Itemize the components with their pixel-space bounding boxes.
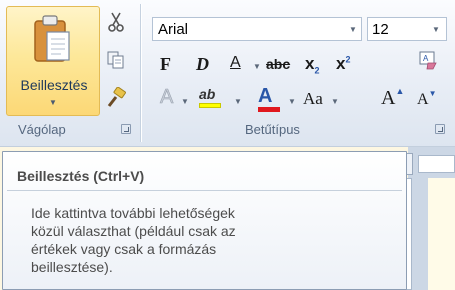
tooltip-divider xyxy=(7,190,402,191)
text-effects-button[interactable]: A xyxy=(160,87,174,108)
font-color-swatch xyxy=(258,107,280,112)
underline-button[interactable]: A xyxy=(230,55,241,71)
group-separator xyxy=(140,4,141,142)
tooltip-line: Ide kattintva további lehetőségek xyxy=(31,205,235,221)
highlight-label: ab xyxy=(199,86,216,102)
scissors-icon xyxy=(108,12,124,32)
grow-font-button[interactable]: A▲ xyxy=(381,86,405,109)
bold-button[interactable]: F xyxy=(160,55,171,73)
font-group-label: Betűtípus xyxy=(245,122,300,137)
chevron-down-icon[interactable]: ▼ xyxy=(253,62,261,71)
clipboard-group-label: Vágólap xyxy=(18,122,66,137)
shrink-font-label: A xyxy=(417,91,429,108)
font-size-combobox[interactable]: 12 ▼ xyxy=(367,17,447,41)
paste-button[interactable]: Beillesztés ▼ xyxy=(6,6,100,116)
paste-clipboard-icon xyxy=(34,15,70,62)
font-name-value: Arial xyxy=(158,21,189,38)
strikethrough-button[interactable]: abc xyxy=(266,57,290,71)
copy-icon xyxy=(107,51,124,69)
paste-label: Beillesztés xyxy=(20,77,88,93)
chevron-down-icon[interactable]: ▼ xyxy=(331,97,339,106)
tooltip-line: közül választhat (például csak az xyxy=(31,223,236,239)
shrink-font-button[interactable]: A▼ xyxy=(417,89,437,108)
chevron-down-icon[interactable]: ▼ xyxy=(181,97,189,106)
font-size-value: 12 xyxy=(372,21,389,38)
horizontal-ruler[interactable] xyxy=(418,155,455,173)
font-color-button[interactable]: A xyxy=(258,86,280,112)
document-page[interactable] xyxy=(428,178,455,290)
copy-button[interactable] xyxy=(104,48,128,72)
grow-font-label: A xyxy=(381,87,396,109)
subscript-button[interactable]: x2 xyxy=(305,55,319,75)
chevron-down-icon[interactable]: ▼ xyxy=(234,97,242,106)
paste-tooltip: Beillesztés (Ctrl+V) Ide kattintva továb… xyxy=(2,151,407,290)
clipboard-dialog-launcher[interactable] xyxy=(121,124,131,134)
superscript-mark: 2 xyxy=(345,54,351,65)
italic-button[interactable]: D xyxy=(196,55,209,73)
highlight-button[interactable]: ab xyxy=(199,87,221,108)
tooltip-body: Ide kattintva további lehetőségek közül … xyxy=(31,204,236,276)
highlight-color-swatch xyxy=(199,103,221,108)
tooltip-line: értékek vagy csak a formázás xyxy=(31,241,217,257)
clear-formatting-icon: A xyxy=(419,51,437,70)
grow-arrow-icon: ▲ xyxy=(395,86,405,96)
format-painter-button[interactable] xyxy=(104,86,128,110)
tooltip-line: beillesztése). xyxy=(31,259,113,275)
font-name-combobox[interactable]: Arial ▼ xyxy=(152,17,362,41)
chevron-down-icon[interactable]: ▼ xyxy=(432,25,440,34)
chevron-down-icon[interactable]: ▼ xyxy=(288,97,296,106)
clear-format-glyph: A xyxy=(423,54,429,63)
clear-formatting-button[interactable]: A xyxy=(416,48,440,72)
font-color-label: A xyxy=(258,85,273,107)
superscript-button[interactable]: x2 xyxy=(336,55,350,72)
cut-button[interactable] xyxy=(104,10,128,34)
font-dialog-launcher[interactable] xyxy=(435,124,445,134)
paintbrush-icon xyxy=(107,87,126,107)
shrink-arrow-icon: ▼ xyxy=(428,89,437,98)
ribbon: Beillesztés ▼ Vágólap Arial ▼ 12 ▼ F D A… xyxy=(0,0,455,147)
subscript-mark: 2 xyxy=(314,65,320,76)
change-case-button[interactable]: Aa xyxy=(303,90,323,107)
tooltip-title: Beillesztés (Ctrl+V) xyxy=(17,168,145,184)
chevron-down-icon: ▼ xyxy=(49,98,57,107)
chevron-down-icon[interactable]: ▼ xyxy=(349,25,357,34)
